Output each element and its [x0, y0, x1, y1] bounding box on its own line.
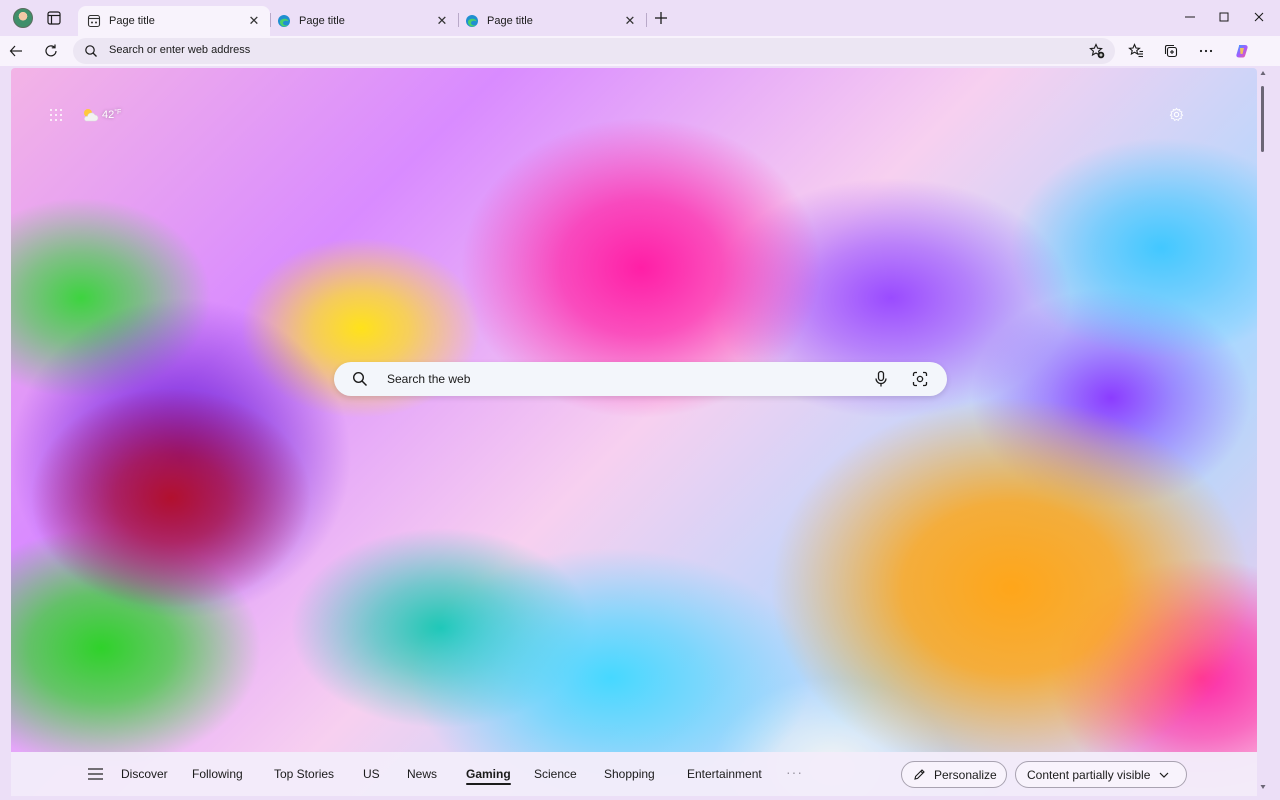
- feed-navigation: Discover Following Top Stories US News G…: [11, 752, 1257, 796]
- feed-tab-news[interactable]: News: [407, 767, 437, 781]
- toolbar: Search or enter web address: [0, 36, 1280, 66]
- personalize-label: Personalize: [934, 767, 997, 782]
- new-tab-icon: [87, 14, 101, 28]
- tab-actions-icon[interactable]: [46, 10, 62, 26]
- close-window-icon[interactable]: [1252, 10, 1266, 24]
- tab-close-icon[interactable]: ✕: [622, 13, 638, 29]
- scroll-down-arrow-icon[interactable]: [1260, 784, 1266, 790]
- web-search-placeholder: Search the web: [387, 372, 471, 386]
- feed-tab-science[interactable]: Science: [534, 767, 577, 781]
- content-visibility-dropdown[interactable]: Content partially visible: [1015, 761, 1187, 788]
- tab-title: Page title: [109, 15, 155, 27]
- tab-title: Page title: [487, 15, 533, 27]
- more-categories-button[interactable]: ···: [786, 764, 803, 780]
- back-icon[interactable]: [8, 43, 24, 59]
- tab-close-icon[interactable]: ✕: [246, 13, 262, 29]
- search-icon: [84, 44, 98, 58]
- page-scrollbar[interactable]: [1259, 68, 1267, 796]
- hamburger-menu-icon[interactable]: [88, 768, 103, 780]
- feed-tab-us[interactable]: US: [363, 767, 380, 781]
- feed-tab-discover[interactable]: Discover: [121, 767, 168, 781]
- scrollbar-thumb[interactable]: [1261, 86, 1264, 152]
- profile-avatar[interactable]: [13, 8, 33, 28]
- tab-1[interactable]: Page title ✕: [78, 6, 270, 36]
- microphone-icon[interactable]: [873, 370, 889, 388]
- address-bar-placeholder: Search or enter web address: [109, 44, 251, 56]
- tab-close-icon[interactable]: ✕: [434, 13, 450, 29]
- new-tab-button[interactable]: [652, 9, 670, 27]
- partly-cloudy-icon[interactable]: [81, 106, 99, 124]
- feed-tab-gaming[interactable]: Gaming: [466, 767, 511, 785]
- address-bar[interactable]: Search or enter web address: [73, 38, 1115, 64]
- page-settings-icon[interactable]: [1169, 107, 1184, 122]
- edge-icon: [277, 14, 291, 28]
- weather-temperature-value: 42: [102, 109, 115, 121]
- tab-3[interactable]: Page title ✕: [456, 6, 646, 36]
- feed-tab-following[interactable]: Following: [192, 767, 243, 781]
- content-visibility-label: Content partially visible: [1027, 767, 1151, 782]
- tab-2[interactable]: Page title ✕: [268, 6, 458, 36]
- collections-icon[interactable]: [1163, 43, 1179, 59]
- tab-divider: [646, 13, 647, 27]
- feed-tab-shopping[interactable]: Shopping: [604, 767, 655, 781]
- tab-title: Page title: [299, 15, 345, 27]
- tab-strip: Page title ✕ Page title ✕ Page title ✕: [0, 0, 1280, 36]
- maximize-icon[interactable]: [1217, 10, 1231, 24]
- search-icon: [352, 371, 368, 387]
- add-favorite-icon[interactable]: [1089, 43, 1105, 59]
- refresh-icon[interactable]: [43, 43, 59, 59]
- personalize-button[interactable]: Personalize: [901, 761, 1007, 788]
- edge-icon: [465, 14, 479, 28]
- apps-grid-icon[interactable]: [49, 108, 63, 122]
- minimize-icon[interactable]: [1183, 10, 1197, 24]
- chevron-down-icon: [1158, 769, 1170, 781]
- feed-tab-top-stories[interactable]: Top Stories: [274, 767, 334, 781]
- web-search-box[interactable]: Search the web: [334, 362, 947, 396]
- visual-search-icon[interactable]: [912, 371, 928, 387]
- pencil-icon: [913, 768, 926, 781]
- copilot-icon[interactable]: [1234, 43, 1250, 59]
- weather-temperature[interactable]: 42°F: [102, 109, 121, 121]
- feed-tab-entertainment[interactable]: Entertainment: [687, 767, 762, 781]
- new-tab-page: 42°F Search the web Discover Following T…: [11, 68, 1257, 796]
- weather-temperature-unit: °F: [114, 109, 122, 116]
- more-options-icon[interactable]: [1198, 43, 1214, 59]
- scroll-up-arrow-icon[interactable]: [1260, 70, 1266, 76]
- favorites-icon[interactable]: [1128, 43, 1144, 59]
